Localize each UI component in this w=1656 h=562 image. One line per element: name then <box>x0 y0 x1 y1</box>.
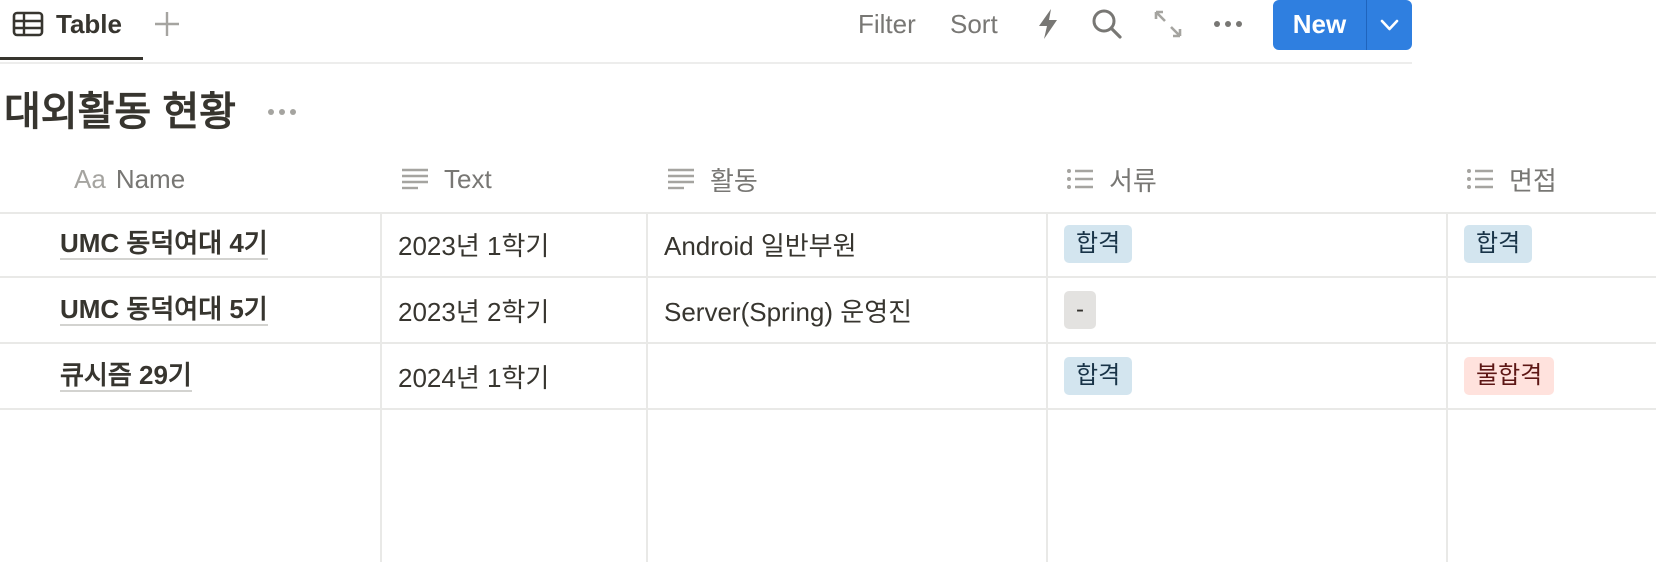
aa-text-icon: Aa <box>74 163 106 194</box>
column-label: 서류 <box>1109 165 1157 196</box>
sort-button[interactable]: Sort <box>950 6 998 42</box>
lightning-icon[interactable] <box>1030 6 1066 42</box>
table-header: Aa Name Text 활동 서류 면접 <box>0 146 1656 214</box>
column-header-activity[interactable]: 활동 <box>666 146 758 212</box>
list-icon <box>1467 169 1493 189</box>
expand-icon[interactable] <box>1150 6 1186 42</box>
lines-icon <box>402 168 428 190</box>
tab-label: Table <box>56 9 122 39</box>
status-badge: 합격 <box>1064 357 1133 395</box>
lines-icon <box>668 168 694 190</box>
row-name[interactable]: UMC 동덕여대 5기 <box>60 294 268 326</box>
table-row[interactable]: 큐시즘 29기 2024년 1학기 합격 불합격 <box>0 344 1656 410</box>
list-icon <box>1067 169 1093 189</box>
status-badge: 합격 <box>1064 225 1133 263</box>
column-header-document[interactable]: 서류 <box>1065 146 1157 212</box>
new-button[interactable]: New <box>1273 0 1412 50</box>
text-cell[interactable]: 2024년 1학기 <box>398 344 549 408</box>
add-view-icon[interactable] <box>150 4 184 42</box>
column-label: 활동 <box>710 165 758 196</box>
status-badge: 합격 <box>1464 225 1533 263</box>
chevron-down-icon[interactable] <box>1367 0 1412 50</box>
filter-button[interactable]: Filter <box>858 6 916 42</box>
column-label: 면접 <box>1509 165 1557 196</box>
interview-cell[interactable]: 불합격 <box>1464 344 1555 408</box>
column-label: Name <box>115 163 186 194</box>
name-cell[interactable]: UMC 동덕여대 4기 <box>60 212 268 276</box>
document-cell[interactable]: - <box>1064 278 1096 342</box>
new-button-label: New <box>1292 9 1347 39</box>
table-row[interactable]: UMC 동덕여대 5기 2023년 2학기 Server(Spring) 운영진… <box>0 278 1656 344</box>
search-icon[interactable] <box>1089 6 1125 42</box>
more-icon[interactable] <box>1210 6 1246 42</box>
text-cell[interactable]: 2023년 1학기 <box>398 212 549 276</box>
activity-cell[interactable]: Server(Spring) 운영진 <box>664 278 912 342</box>
column-label: Text <box>444 163 492 194</box>
view-toolbar: Table Filter Sort New <box>0 0 1412 64</box>
tab-table[interactable]: Table <box>0 0 143 60</box>
interview-cell[interactable]: 합격 <box>1464 212 1533 276</box>
table-row[interactable]: UMC 동덕여대 4기 2023년 1학기 Android 일반부원 합격 합격 <box>0 212 1656 278</box>
column-header-interview[interactable]: 면접 <box>1465 146 1557 212</box>
row-name[interactable]: UMC 동덕여대 4기 <box>60 228 268 260</box>
column-header-text[interactable]: Text <box>400 146 492 212</box>
column-header-name[interactable]: Aa Name <box>74 146 185 212</box>
title-more-icon[interactable] <box>264 98 300 126</box>
text-cell[interactable]: 2023년 2학기 <box>398 278 549 342</box>
status-badge: 불합격 <box>1464 357 1555 395</box>
name-cell[interactable]: UMC 동덕여대 5기 <box>60 278 268 342</box>
table-icon <box>12 11 44 37</box>
activity-cell[interactable]: Android 일반부원 <box>664 212 857 276</box>
row-name[interactable]: 큐시즘 29기 <box>60 360 192 392</box>
name-cell[interactable]: 큐시즘 29기 <box>60 344 192 408</box>
document-cell[interactable]: 합격 <box>1064 212 1133 276</box>
page-title: 대외활동 현황 <box>4 90 236 134</box>
status-badge: - <box>1064 291 1096 329</box>
document-cell[interactable]: 합격 <box>1064 344 1133 408</box>
